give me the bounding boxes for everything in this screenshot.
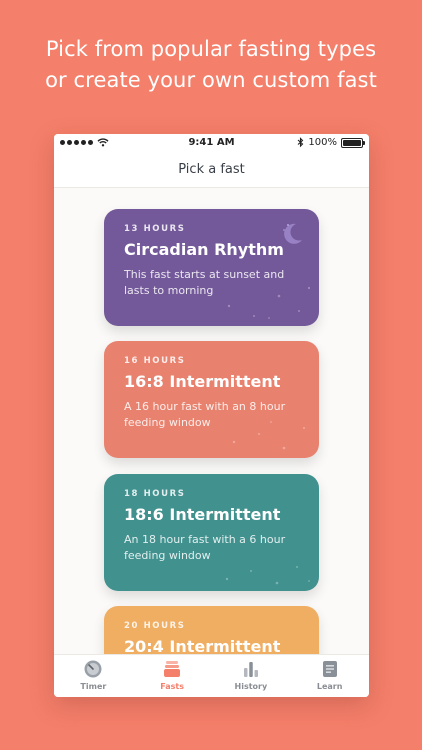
fasts-icon: [164, 661, 181, 677]
headline-line-2: or create your own custom fast: [45, 68, 377, 92]
fast-hours: 20 HOURS: [124, 621, 186, 631]
tab-learn[interactable]: Learn: [290, 655, 369, 697]
tab-label: Learn: [316, 682, 343, 691]
tab-timer[interactable]: Timer: [54, 655, 133, 697]
fast-list[interactable]: 13 HOURS Circadian Rhythm This fast star…: [54, 189, 369, 654]
bluetooth-icon: [298, 137, 304, 148]
phone-screen: 9:41 AM 100% Pick a fast 13 HOURS Circad…: [54, 134, 369, 697]
fast-card-16-8[interactable]: 16 HOURS 16:8 Intermittent A 16 hour fas…: [104, 341, 319, 458]
sparkle-decoration: [227, 286, 311, 319]
sparkle-decoration: [232, 421, 305, 450]
tab-label: Fasts: [160, 682, 184, 691]
fast-card-circadian[interactable]: 13 HOURS Circadian Rhythm This fast star…: [104, 209, 319, 326]
tab-history[interactable]: History: [212, 655, 291, 697]
tab-bar: Timer Fasts History Learn: [54, 654, 369, 697]
battery-icon: [341, 137, 365, 148]
battery-percentage: 100%: [308, 137, 337, 148]
fast-title: 20:4 Intermittent: [124, 637, 281, 654]
status-bar: 9:41 AM 100%: [54, 134, 369, 152]
fast-card-20-4[interactable]: 20 HOURS 20:4 Intermittent: [104, 606, 319, 654]
sparkle-decoration: [225, 566, 310, 585]
fast-title: Circadian Rhythm: [124, 240, 284, 259]
fast-title: 18:6 Intermittent: [124, 505, 281, 524]
timer-icon: [84, 660, 102, 678]
tab-fasts[interactable]: Fasts: [133, 655, 212, 697]
headline-line-1: Pick from popular fasting types: [45, 37, 377, 61]
marketing-headline: Pick from popular fasting types or creat…: [0, 34, 422, 96]
fast-card-18-6[interactable]: 18 HOURS 18:6 Intermittent An 18 hour fa…: [104, 474, 319, 591]
fast-hours: 18 HOURS: [124, 489, 186, 499]
history-icon: [243, 662, 258, 677]
nav-bar: Pick a fast: [54, 152, 369, 188]
fast-hours: 16 HOURS: [124, 356, 186, 366]
fast-title: 16:8 Intermittent: [124, 372, 281, 391]
learn-icon: [322, 661, 337, 677]
tab-label: History: [234, 682, 268, 691]
status-right: 100%: [297, 137, 365, 148]
tab-label: Timer: [80, 682, 107, 691]
fast-hours: 13 HOURS: [124, 224, 186, 234]
page-title: Pick a fast: [178, 162, 245, 177]
